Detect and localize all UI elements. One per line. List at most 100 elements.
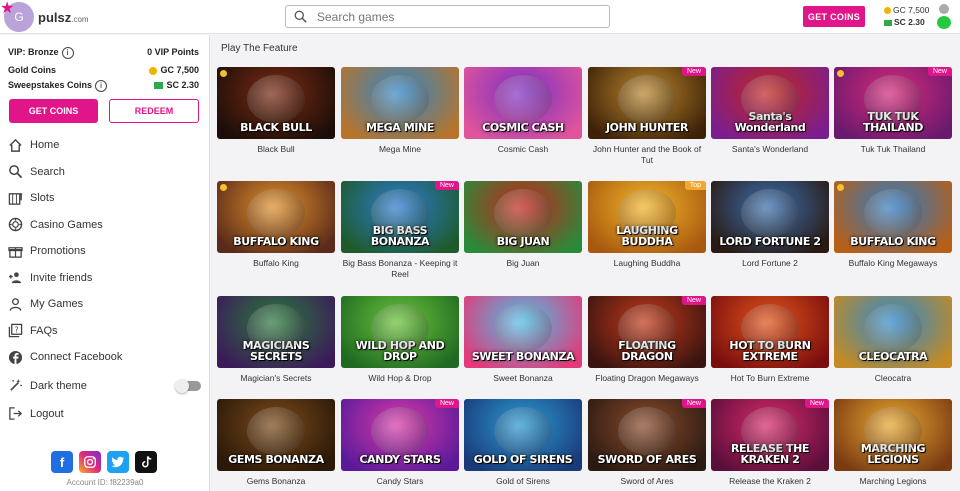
tiktok-icon[interactable] bbox=[135, 451, 157, 473]
game-tile[interactable]: BLACK BULL Black Bull bbox=[217, 67, 335, 155]
game-thumbnail[interactable]: BUFFALO KING bbox=[834, 181, 952, 253]
game-name[interactable]: Marching Legions bbox=[834, 476, 952, 487]
game-tile[interactable]: BUFFALO KING Buffalo King Megaways bbox=[834, 181, 952, 269]
game-thumbnail[interactable]: BUFFALO KING bbox=[217, 181, 335, 253]
search-input[interactable] bbox=[317, 9, 597, 24]
info-icon[interactable]: i bbox=[61, 47, 74, 59]
game-thumbnail[interactable]: SWORD OF ARES New bbox=[588, 399, 706, 471]
game-tile[interactable]: MAGICIANS SECRETS Magician's Secrets bbox=[217, 296, 335, 384]
game-thumbnail[interactable]: TUK TUK THAILANDNew bbox=[834, 67, 952, 139]
game-name[interactable]: Big Bass Bonanza - Keeping it Reel bbox=[341, 258, 459, 280]
game-name[interactable]: Candy Stars bbox=[341, 476, 459, 487]
sidebar-item-connect-facebook[interactable]: Connect Facebook bbox=[8, 344, 203, 371]
game-thumbnail[interactable]: BIG JUAN bbox=[464, 181, 582, 253]
game-tile[interactable]: WILD HOP AND DROP Wild Hop & Drop bbox=[341, 296, 459, 384]
game-name[interactable]: Gold of Sirens bbox=[464, 476, 582, 487]
game-thumbnail[interactable]: GEMS BONANZA bbox=[217, 399, 335, 471]
game-tile[interactable]: Santa's Wonderland Santa's Wonderland bbox=[711, 67, 829, 155]
sidebar-item-invite-friends[interactable]: Invite friends bbox=[8, 265, 203, 292]
vip-row: VIP: Bronze i 0 VIP Points bbox=[8, 47, 199, 59]
game-thumbnail[interactable]: CANDY STARS New bbox=[341, 399, 459, 471]
game-name[interactable]: Gems Bonanza bbox=[217, 476, 335, 487]
facebook-icon[interactable]: f bbox=[51, 451, 73, 473]
game-thumbnail[interactable]: MARCHING LEGIONS bbox=[834, 399, 952, 471]
game-name[interactable]: Santa's Wonderland bbox=[711, 144, 829, 155]
game-name[interactable]: Tuk Tuk Thailand bbox=[834, 144, 952, 155]
game-tile[interactable]: RELEASE THE KRAKEN 2New Release the Krake… bbox=[711, 399, 829, 487]
search-bar[interactable] bbox=[285, 5, 610, 28]
game-name[interactable]: Magician's Secrets bbox=[217, 373, 335, 384]
game-tile[interactable]: SWEET BONANZA Sweet Bonanza bbox=[464, 296, 582, 384]
game-name[interactable]: Wild Hop & Drop bbox=[341, 373, 459, 384]
sidebar-item-slots[interactable]: Slots bbox=[8, 185, 203, 212]
game-tile[interactable]: JOHN HUNTER New John Hunter and the Book o… bbox=[588, 67, 706, 166]
game-thumbnail[interactable]: CLEOCATRA bbox=[834, 296, 952, 368]
game-name[interactable]: Lord Fortune 2 bbox=[711, 258, 829, 269]
game-name[interactable]: Release the Kraken 2 bbox=[711, 476, 829, 487]
game-tile[interactable]: TUK TUK THAILANDNew Tuk Tuk Thailand bbox=[834, 67, 952, 155]
game-name[interactable]: John Hunter and the Book of Tut bbox=[588, 144, 706, 166]
sidebar-item-logout[interactable]: Logout bbox=[8, 401, 203, 428]
game-thumbnail[interactable]: MAGICIANS SECRETS bbox=[217, 296, 335, 368]
game-tile[interactable]: CLEOCATRA Cleocatra bbox=[834, 296, 952, 384]
game-tile[interactable]: COSMIC CASH Cosmic Cash bbox=[464, 67, 582, 155]
game-tile[interactable]: GEMS BONANZA Gems Bonanza bbox=[217, 399, 335, 487]
game-name[interactable]: Mega Mine bbox=[341, 144, 459, 155]
sidebar-get-coins-button[interactable]: GET COINS bbox=[9, 99, 98, 123]
game-tile[interactable]: LAUGHING BUDDHATop Laughing Buddha bbox=[588, 181, 706, 269]
game-name[interactable]: Buffalo King Megaways bbox=[834, 258, 952, 269]
game-thumbnail[interactable]: GOLD OF SIRENS bbox=[464, 399, 582, 471]
game-tile[interactable]: BIG BASS BONANZANew Big Bass Bonanza - Ke… bbox=[341, 181, 459, 280]
sidebar-item-dark-theme[interactable]: Dark theme bbox=[8, 371, 203, 401]
game-name[interactable]: Black Bull bbox=[217, 144, 335, 155]
redeem-button[interactable]: REDEEM bbox=[109, 99, 199, 123]
game-name[interactable]: Buffalo King bbox=[217, 258, 335, 269]
game-thumbnail[interactable]: BIG BASS BONANZANew bbox=[341, 181, 459, 253]
game-thumbnail[interactable]: BLACK BULL bbox=[217, 67, 335, 139]
twitter-icon[interactable] bbox=[107, 451, 129, 473]
game-tile[interactable]: BUFFALO KING Buffalo King bbox=[217, 181, 335, 269]
game-tile[interactable]: GOLD OF SIRENS Gold of Sirens bbox=[464, 399, 582, 487]
game-thumbnail[interactable]: JOHN HUNTER New bbox=[588, 67, 706, 139]
game-name[interactable]: Cleocatra bbox=[834, 373, 952, 384]
game-tile[interactable]: SWORD OF ARES New Sword of Ares bbox=[588, 399, 706, 487]
game-name[interactable]: Hot To Burn Extreme bbox=[711, 373, 829, 384]
sidebar-item-search[interactable]: Search bbox=[8, 159, 203, 186]
game-thumbnail[interactable]: FLOATING DRAGONNew bbox=[588, 296, 706, 368]
get-coins-button[interactable]: GET COINS bbox=[803, 6, 865, 27]
game-thumbnail[interactable]: Santa's Wonderland bbox=[711, 67, 829, 139]
game-name[interactable]: Floating Dragon Megaways bbox=[588, 373, 706, 384]
dark-theme-toggle[interactable] bbox=[175, 378, 201, 393]
game-thumbnail[interactable]: SWEET BONANZA bbox=[464, 296, 582, 368]
game-thumbnail[interactable]: MEGA MINE bbox=[341, 67, 459, 139]
sidebar-item-faqs[interactable]: ? FAQs bbox=[8, 318, 203, 345]
jackpot-icon bbox=[837, 70, 844, 77]
game-thumbnail[interactable]: HOT TO BURN EXTREME bbox=[711, 296, 829, 368]
game-tile[interactable]: MEGA MINE Mega Mine bbox=[341, 67, 459, 155]
game-thumbnail[interactable]: LAUGHING BUDDHATop bbox=[588, 181, 706, 253]
logo[interactable]: ★ G pulsz.com bbox=[0, 0, 89, 32]
game-tile[interactable]: BIG JUAN Big Juan bbox=[464, 181, 582, 269]
info-icon[interactable]: i bbox=[95, 80, 108, 92]
game-thumbnail[interactable]: COSMIC CASH bbox=[464, 67, 582, 139]
game-tile[interactable]: CANDY STARS New Candy Stars bbox=[341, 399, 459, 487]
game-tile[interactable]: FLOATING DRAGONNew Floating Dragon Megawa… bbox=[588, 296, 706, 384]
game-name[interactable]: Laughing Buddha bbox=[588, 258, 706, 269]
sidebar-item-promotions[interactable]: Promotions bbox=[8, 238, 203, 265]
game-thumbnail[interactable]: LORD FORTUNE 2 bbox=[711, 181, 829, 253]
game-thumbnail[interactable]: RELEASE THE KRAKEN 2New bbox=[711, 399, 829, 471]
game-name[interactable]: Cosmic Cash bbox=[464, 144, 582, 155]
user-avatar-icon[interactable] bbox=[937, 4, 951, 30]
game-name[interactable]: Sword of Ares bbox=[588, 476, 706, 487]
sidebar-item-home[interactable]: Home bbox=[8, 132, 203, 159]
sidebar-item-casino-games[interactable]: Casino Games bbox=[8, 212, 203, 239]
game-thumbnail[interactable]: WILD HOP AND DROP bbox=[341, 296, 459, 368]
instagram-icon[interactable] bbox=[79, 451, 101, 473]
game-tile[interactable]: LORD FORTUNE 2 Lord Fortune 2 bbox=[711, 181, 829, 269]
game-tile[interactable]: MARCHING LEGIONS Marching Legions bbox=[834, 399, 952, 487]
game-name[interactable]: Sweet Bonanza bbox=[464, 373, 582, 384]
game-name[interactable]: Big Juan bbox=[464, 258, 582, 269]
game-tile[interactable]: HOT TO BURN EXTREME Hot To Burn Extreme bbox=[711, 296, 829, 384]
artwork-shape bbox=[864, 407, 922, 455]
sidebar-item-my-games[interactable]: My Games bbox=[8, 291, 203, 318]
